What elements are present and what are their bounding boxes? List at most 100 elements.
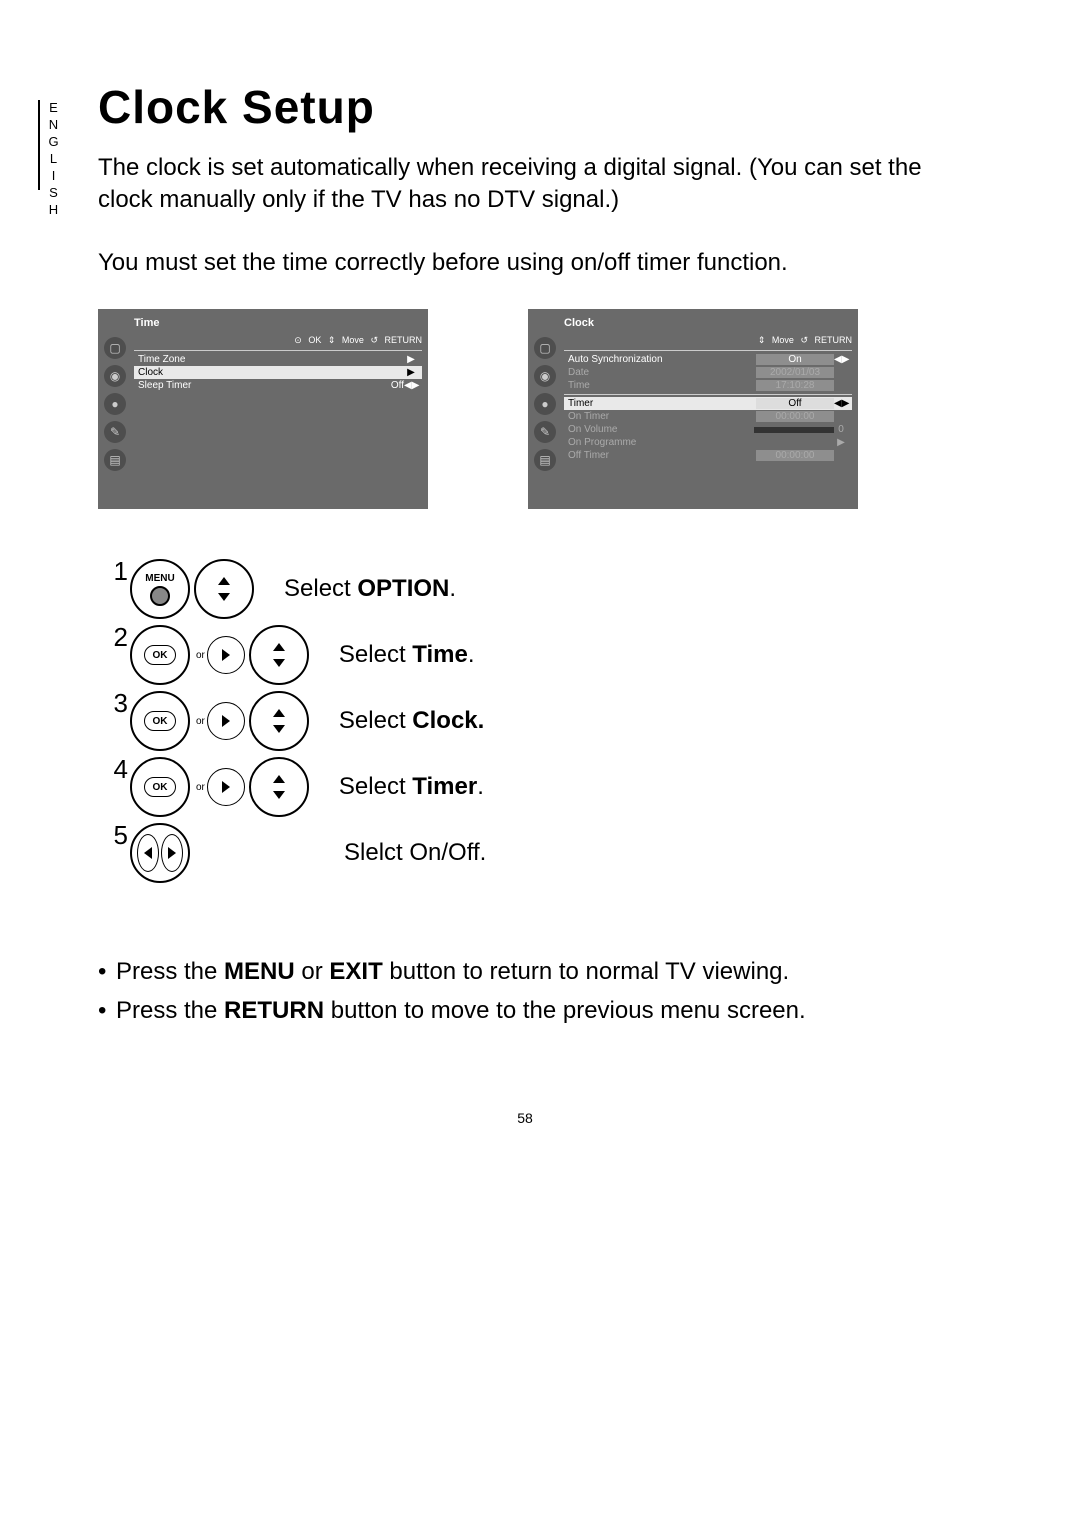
menu-row-off-timer: Off Timer 00:00:00: [564, 449, 852, 462]
ok-button-label: OK: [144, 711, 176, 731]
row-value: 0: [834, 424, 848, 435]
arrow-right-icon: ▶: [404, 367, 418, 378]
remote-updown-button: [249, 757, 309, 817]
step-number: 2: [108, 622, 128, 653]
channel-icon: ●: [104, 393, 126, 415]
menu-row-timer[interactable]: Timer Off ◀▶: [564, 397, 852, 410]
menu-button-label: MENU: [145, 573, 174, 584]
right-arrow-icon: [222, 715, 230, 727]
row-label: Time Zone: [138, 354, 404, 365]
step-number: 5: [108, 820, 128, 851]
tv-menu-time: ▢ ◉ ● ✎ ▤ Time ⊙ OK ⇕ Move ↺ RETURN Time…: [98, 309, 428, 509]
step-2: 2 OK or Select Time.: [108, 625, 980, 685]
sound-icon: ◉: [104, 365, 126, 387]
row-label: Timer: [568, 398, 756, 409]
right-arrow-icon: [222, 649, 230, 661]
step-4: 4 OK or Select Timer.: [108, 757, 980, 817]
left-arrow-icon: [144, 847, 152, 859]
hint-ok: ⊙ OK: [294, 335, 321, 345]
row-label: Time: [568, 380, 756, 391]
row-label: On Programme: [568, 437, 834, 448]
row-label: On Timer: [568, 411, 756, 422]
row-value: 2002/01/03: [756, 367, 834, 378]
remote-updown-button: [194, 559, 254, 619]
step-number: 3: [108, 688, 128, 719]
down-arrow-icon: [273, 791, 285, 799]
row-label: On Volume: [568, 424, 754, 435]
menu-category-icons: ▢ ◉ ● ✎ ▤: [104, 337, 128, 471]
notes-list: Press the MENU or EXIT button to return …: [98, 953, 980, 1030]
page-number: 58: [70, 1110, 980, 1126]
down-arrow-icon: [273, 725, 285, 733]
right-arrow-icon: [222, 781, 230, 793]
row-value: Off: [391, 380, 404, 391]
row-label: Off Timer: [568, 450, 756, 461]
or-label: or: [196, 716, 205, 727]
lock-icon: ▤: [104, 449, 126, 471]
hint-return: ↺ RETURN: [370, 335, 422, 345]
row-label: Date: [568, 367, 756, 378]
menu-row-on-programme: On Programme ▶: [564, 436, 852, 449]
step-3: 3 OK or Select Clock.: [108, 691, 980, 751]
page-title: Clock Setup: [70, 80, 980, 134]
lock-icon: ▤: [534, 449, 556, 471]
remote-ok-button: OK: [130, 757, 190, 817]
or-label: or: [196, 782, 205, 793]
sound-icon: ◉: [534, 365, 556, 387]
menu-title: Clock: [564, 315, 852, 333]
menu-row-auto-sync[interactable]: Auto Synchronization On ◀▶: [564, 353, 852, 366]
row-value: 00:00:00: [756, 450, 834, 461]
arrow-right-icon: ▶: [404, 354, 418, 365]
channel-icon: ●: [534, 393, 556, 415]
hint-return: ↺ RETURN: [800, 335, 852, 345]
manual-page: ENGLISH Clock Setup The clock is set aut…: [0, 0, 1080, 1166]
menu-row-time: Time 17:10:28: [564, 379, 852, 392]
or-label: or: [196, 650, 205, 661]
step-1: 1 MENU Select OPTION.: [108, 559, 980, 619]
menu-row-timezone[interactable]: Time Zone ▶: [134, 353, 422, 366]
tv-menus-row: ▢ ◉ ● ✎ ▤ Time ⊙ OK ⇕ Move ↺ RETURN Time…: [98, 309, 980, 509]
note-item: Press the MENU or EXIT button to return …: [98, 953, 980, 991]
row-value: 17:10:28: [756, 380, 834, 391]
option-icon: ✎: [534, 421, 556, 443]
steps-list: 1 MENU Select OPTION. 2 OK or: [108, 559, 980, 883]
menu-category-icons: ▢ ◉ ● ✎ ▤: [534, 337, 558, 471]
intro-text: The clock is set automatically when rece…: [98, 152, 980, 217]
row-label: Auto Synchronization: [568, 354, 756, 365]
tv-menu-clock: ▢ ◉ ● ✎ ▤ Clock ⇕ Move ↺ RETURN Auto Syn…: [528, 309, 858, 509]
up-arrow-icon: [273, 709, 285, 717]
step-text: Select Time.: [339, 641, 475, 669]
step-text: Select Clock.: [339, 707, 484, 735]
menu-row-date: Date 2002/01/03: [564, 366, 852, 379]
up-arrow-icon: [218, 577, 230, 585]
arrow-lr-icon: ◀▶: [834, 354, 848, 365]
arrow-lr-icon: ◀▶: [834, 398, 848, 409]
volume-slider: [754, 427, 834, 433]
arrow-lr-icon: ◀▶: [404, 380, 418, 391]
remote-right-button: [207, 636, 245, 674]
hint-move: ⇕ Move: [328, 335, 364, 345]
row-value: On: [756, 354, 834, 365]
up-arrow-icon: [273, 643, 285, 651]
subintro-text: You must set the time correctly before u…: [98, 247, 980, 279]
step-number: 1: [108, 556, 128, 587]
language-tab: ENGLISH: [38, 100, 61, 190]
remote-right-button: [207, 702, 245, 740]
step-text: Select OPTION.: [284, 575, 456, 603]
down-arrow-icon: [218, 593, 230, 601]
menu-row-clock[interactable]: Clock ▶: [134, 366, 422, 379]
up-arrow-icon: [273, 775, 285, 783]
step-text: Select Timer.: [339, 773, 484, 801]
row-label: Clock: [138, 367, 404, 378]
menu-title: Time: [134, 315, 422, 333]
right-arrow-icon: [168, 847, 176, 859]
menu-hints: ⇕ Move ↺ RETURN: [564, 333, 852, 348]
remote-ok-button: OK: [130, 691, 190, 751]
menu-row-sleep-timer[interactable]: Sleep Timer Off ◀▶: [134, 379, 422, 392]
step-5: 5 Slelct On/Off.: [108, 823, 980, 883]
remote-leftright-button: [130, 823, 190, 883]
down-arrow-icon: [273, 659, 285, 667]
remote-right-button: [207, 768, 245, 806]
row-value: Off: [756, 398, 834, 409]
option-icon: ✎: [104, 421, 126, 443]
